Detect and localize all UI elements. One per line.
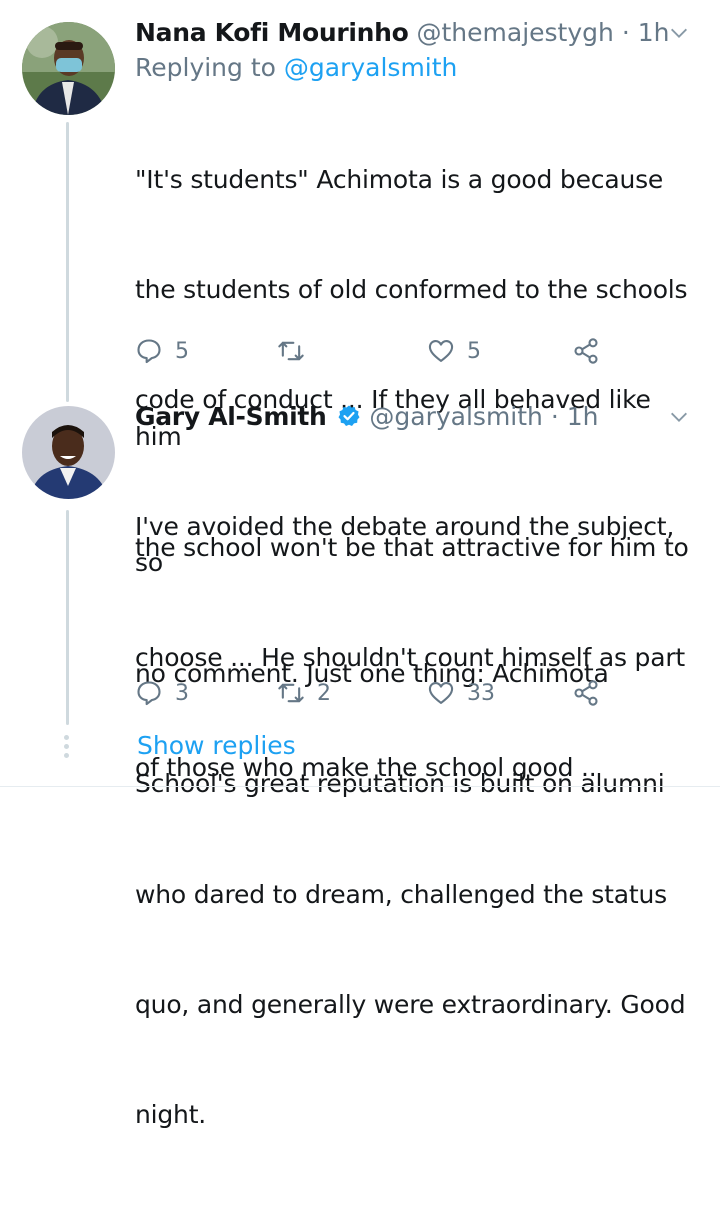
reply-count: 5: [175, 338, 189, 364]
tweet-text-line: quo, and generally were extraordinary. G…: [135, 989, 686, 1019]
reply-button[interactable]: 5: [135, 334, 189, 368]
user-handle[interactable]: @themajestygh: [417, 18, 614, 47]
heart-icon: [428, 340, 454, 362]
tweet-text-line: I've avoided the debate around the subje…: [135, 511, 682, 578]
like-button[interactable]: 33: [427, 676, 495, 710]
tweet-text-line: who dared to dream, challenged the statu…: [135, 879, 667, 909]
chevron-down-icon[interactable]: [668, 406, 690, 428]
avatar[interactable]: [22, 406, 115, 499]
mention-link[interactable]: @garyalsmith: [284, 53, 458, 82]
reply-button[interactable]: 3: [135, 676, 189, 710]
share-button[interactable]: [572, 676, 600, 710]
heart-icon: [428, 682, 454, 704]
tweet[interactable]: Gary Al-Smith @garyalsmith · 1h I've avo…: [0, 395, 720, 1129]
display-name[interactable]: Gary Al-Smith: [135, 402, 327, 431]
retweet-button[interactable]: [277, 334, 317, 368]
separator-dot: ·: [621, 18, 630, 47]
show-replies-link[interactable]: Show replies: [137, 728, 296, 764]
tweet-header: Gary Al-Smith @garyalsmith · 1h: [135, 400, 700, 434]
reply-icon: [137, 681, 161, 706]
like-count: 33: [467, 680, 495, 706]
tweet-header: Nana Kofi Mourinho @themajestygh · 1h: [135, 16, 700, 50]
tweet-text-line: the students of old conformed to the sch…: [135, 274, 688, 304]
separator-dot: ·: [550, 402, 559, 431]
like-count: 5: [467, 338, 481, 364]
user-handle[interactable]: @garyalsmith: [369, 402, 543, 431]
retweet-button[interactable]: 2: [277, 676, 331, 710]
avatar[interactable]: [22, 22, 115, 115]
share-icon: [574, 680, 598, 706]
tweet[interactable]: Nana Kofi Mourinho @themajestygh · 1h Re…: [0, 0, 720, 782]
share-icon: [574, 338, 598, 364]
replying-to: Replying to @garyalsmith: [135, 50, 700, 86]
retweet-count: 2: [317, 680, 331, 706]
retweet-icon: [278, 683, 304, 703]
timestamp[interactable]: 1h: [638, 18, 670, 47]
tweet-text-line: "It's students" Achimota is a good becau…: [135, 164, 664, 194]
display-name[interactable]: Nana Kofi Mourinho: [135, 18, 409, 47]
tweet-text-line: School's great reputation is built on al…: [135, 769, 665, 799]
share-button[interactable]: [572, 334, 600, 368]
reply-icon: [137, 339, 161, 364]
reply-count: 3: [175, 680, 189, 706]
tweet-text: I've avoided the debate around the subje…: [135, 435, 700, 1208]
chevron-down-icon[interactable]: [668, 22, 690, 44]
timestamp[interactable]: 1h: [567, 402, 599, 431]
like-button[interactable]: 5: [427, 334, 481, 368]
replying-to-label: Replying to: [135, 53, 276, 82]
tweet-actions: 5 5: [135, 334, 615, 368]
tweet-actions: 3 2 33: [135, 676, 615, 710]
retweet-icon: [278, 341, 304, 361]
divider: [0, 786, 720, 787]
tweet-text-line: night.: [135, 1100, 207, 1130]
thread-continuation-dots: [64, 735, 70, 762]
verified-badge-icon: [338, 405, 360, 426]
